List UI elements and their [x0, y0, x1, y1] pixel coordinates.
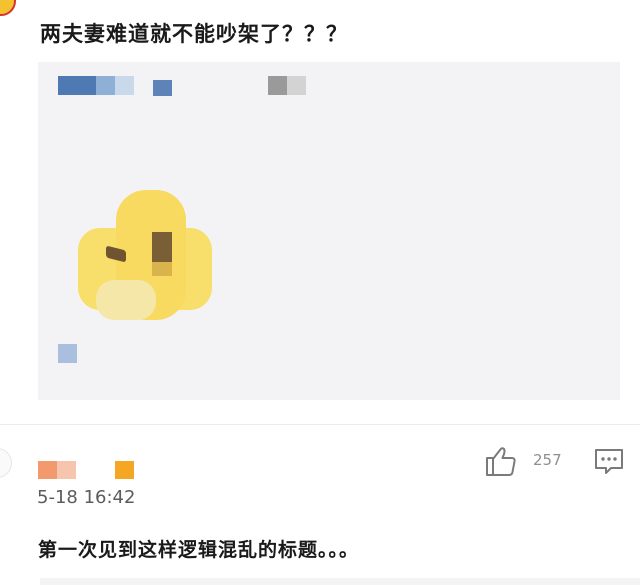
mosaic-block	[58, 76, 96, 95]
thumbs-up-icon[interactable]	[484, 444, 518, 478]
post-title: 两夫妻难道就不能吵架了？？？	[40, 22, 348, 46]
mosaic-block	[153, 80, 172, 96]
like-count: 257	[533, 451, 562, 469]
mosaic-block	[115, 461, 134, 479]
corner-badge	[0, 0, 16, 16]
squinting-face-emoji-icon	[76, 190, 212, 326]
mosaic-block	[287, 76, 306, 95]
divider	[0, 424, 640, 425]
avatar[interactable]	[0, 448, 12, 478]
quoted-card[interactable]	[38, 62, 620, 400]
comment-icon[interactable]	[594, 448, 624, 476]
mosaic-block	[96, 76, 115, 95]
comment-timestamp: 5-18 16:42	[37, 487, 136, 508]
mosaic-block	[58, 344, 77, 363]
mosaic-block	[115, 76, 134, 95]
mosaic-block	[38, 461, 57, 479]
comment-text: 第一次见到这样逻辑混乱的标题。。。	[38, 539, 360, 561]
mosaic-block	[57, 461, 76, 479]
next-comment-edge	[40, 578, 640, 585]
mosaic-block	[268, 76, 287, 95]
